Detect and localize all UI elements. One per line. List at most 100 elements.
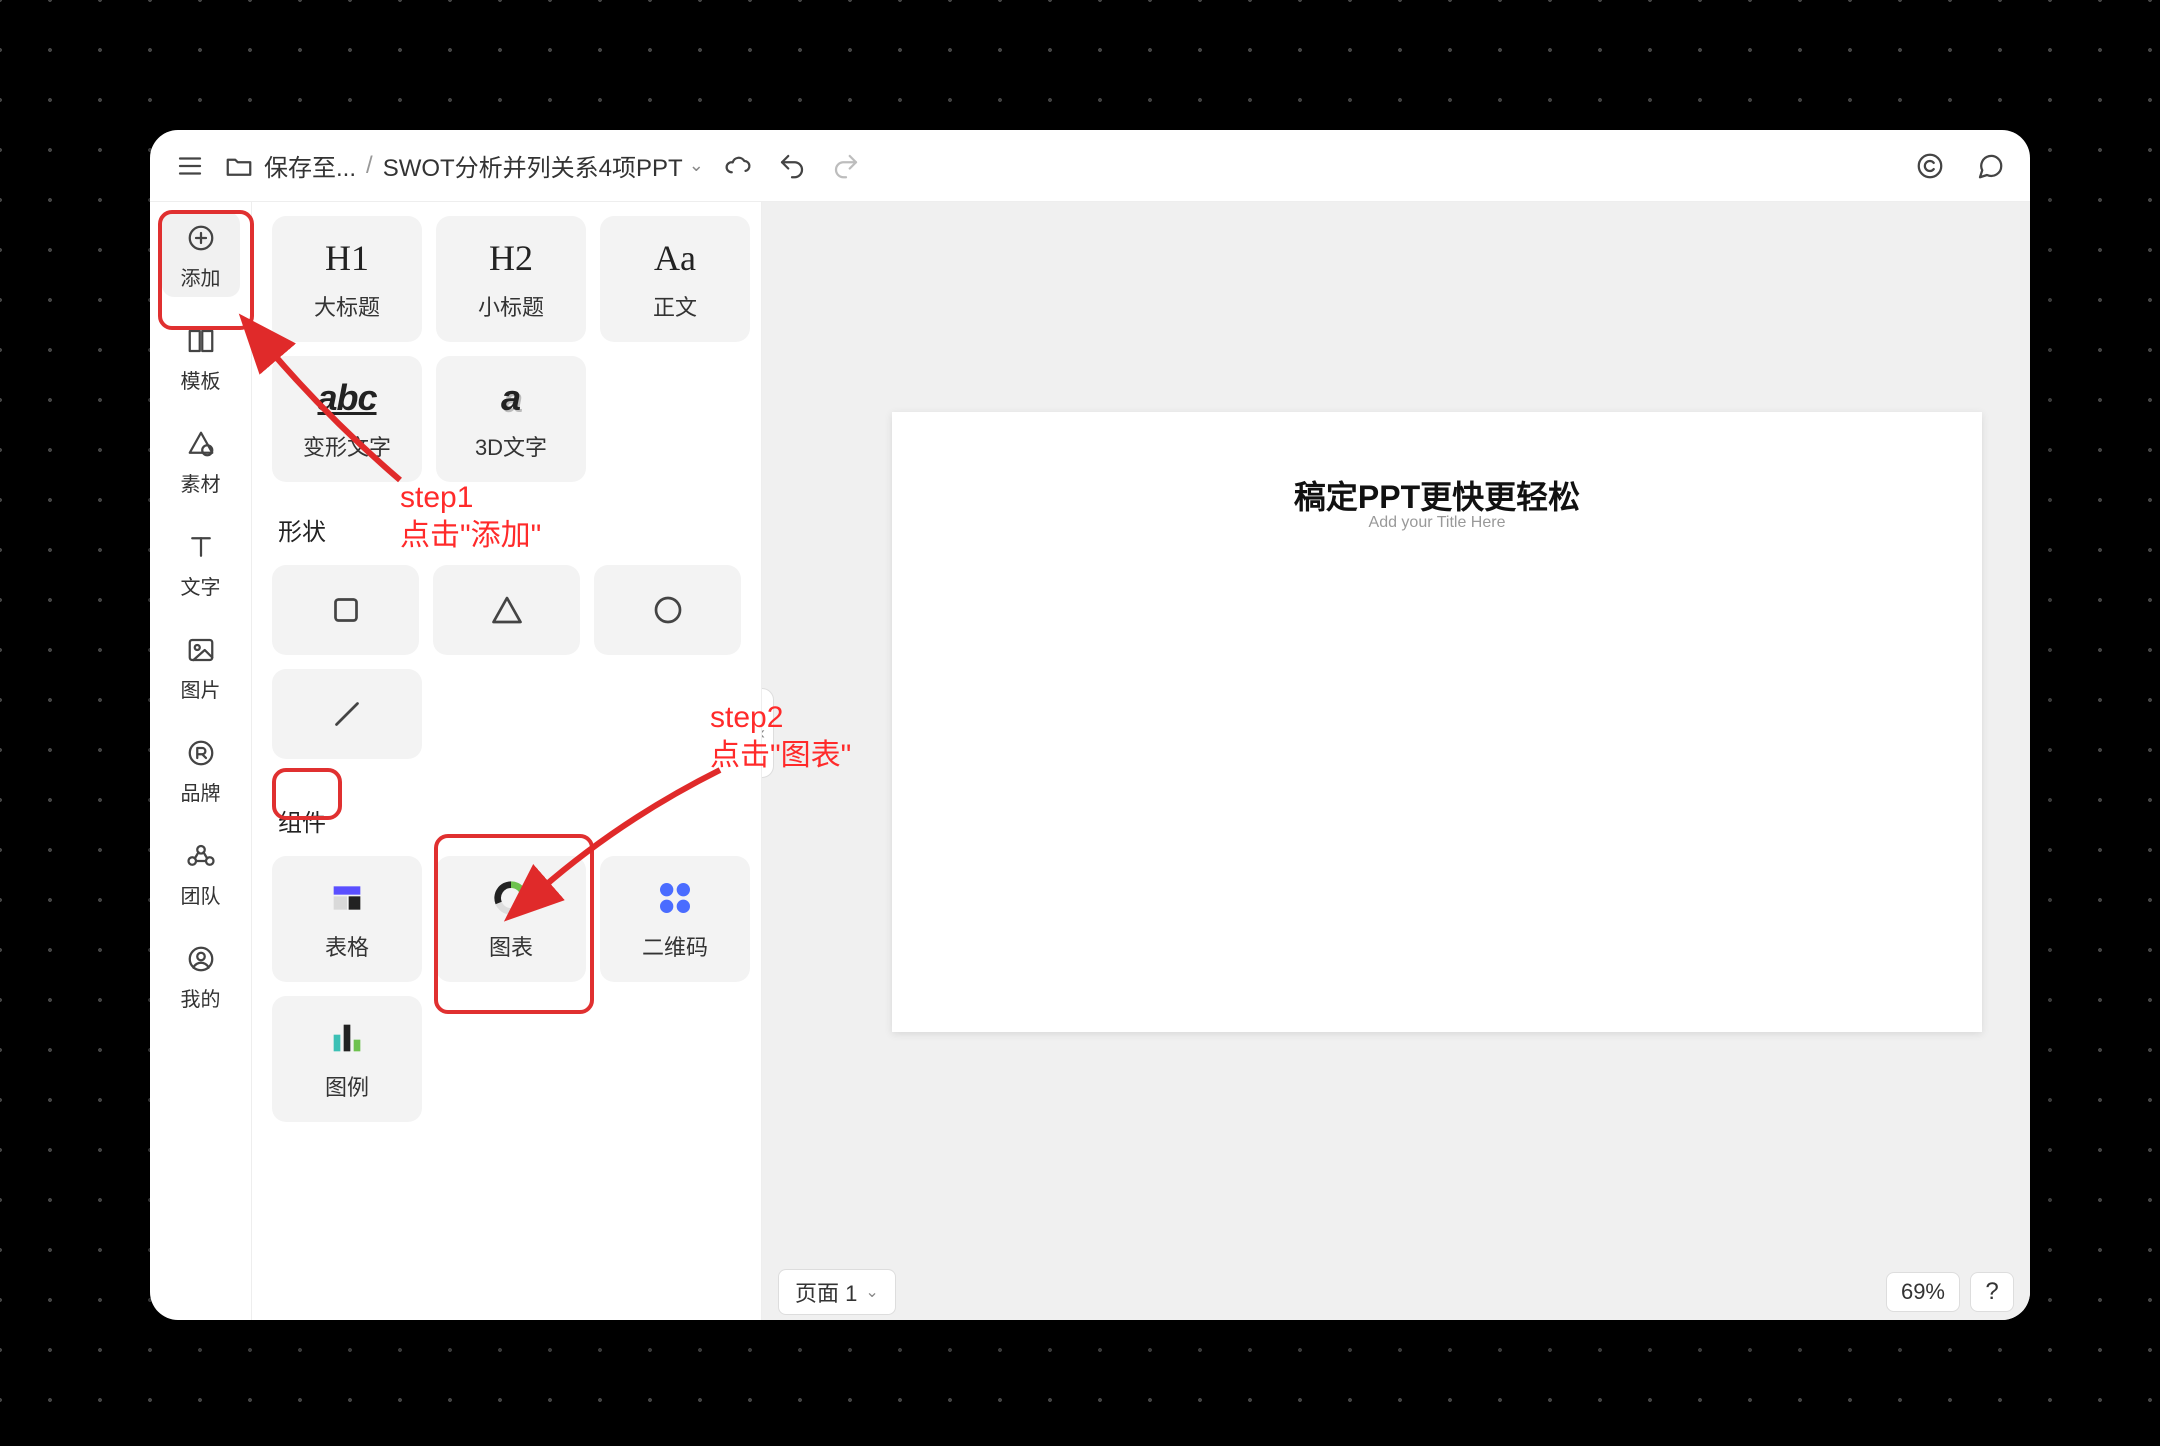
- rail-image[interactable]: 图片: [162, 624, 240, 709]
- rail-template[interactable]: 模板: [162, 315, 240, 400]
- rail-text[interactable]: 文字: [162, 521, 240, 606]
- document-title[interactable]: SWOT分析并列关系4项PPT ⌄: [383, 148, 704, 183]
- shape-circle[interactable]: [594, 565, 741, 655]
- card-legend-label: 图例: [325, 1070, 369, 1102]
- document-title-text: SWOT分析并列关系4项PPT: [383, 148, 683, 183]
- rail-mine-label: 我的: [181, 983, 221, 1012]
- hamburger-icon: [175, 151, 205, 181]
- left-rail: 添加 模板 素材 文字: [150, 202, 252, 1320]
- card-h1[interactable]: H1 大标题: [272, 216, 422, 342]
- breadcrumb[interactable]: 保存至... / SWOT分析并列关系4项PPT ⌄: [224, 148, 704, 183]
- card-table-label: 表格: [325, 930, 369, 962]
- template-icon: [183, 323, 219, 359]
- legend-icon: [327, 1016, 367, 1060]
- card-chart[interactable]: 图表: [436, 856, 586, 982]
- rail-add-label: 添加: [181, 262, 221, 291]
- rail-mine[interactable]: 我的: [162, 933, 240, 1018]
- chevron-down-icon: ⌄: [865, 1282, 878, 1302]
- redo-button[interactable]: [826, 146, 866, 186]
- card-h2[interactable]: H2 小标题: [436, 216, 586, 342]
- comment-button[interactable]: [1970, 146, 2010, 186]
- canvas-area: ‹ 稿定PPT更快更轻松 Add your Title Here 页面 1 ⌄ …: [762, 202, 2030, 1320]
- shape-triangle[interactable]: [433, 565, 580, 655]
- help-label: ?: [1985, 1278, 1998, 1306]
- card-body-label: 正文: [653, 290, 697, 322]
- team-icon: [183, 838, 219, 874]
- slide[interactable]: 稿定PPT更快更轻松 Add your Title Here: [892, 412, 1982, 1032]
- panel-collapse-handle[interactable]: ‹: [762, 688, 774, 778]
- app-window: 保存至... / SWOT分析并列关系4项PPT ⌄: [150, 130, 2030, 1320]
- card-chart-label: 图表: [489, 930, 533, 962]
- components-grid: 表格 图表: [272, 856, 741, 1122]
- h2-icon: H2: [489, 236, 533, 280]
- slide-subtitle: Add your Title Here: [892, 514, 1982, 532]
- shapes-icon: [183, 426, 219, 462]
- section-shapes-title: 形状: [272, 510, 332, 549]
- rail-team[interactable]: 团队: [162, 830, 240, 915]
- rail-text-label: 文字: [181, 571, 221, 600]
- chevron-down-icon: ⌄: [689, 155, 704, 176]
- rail-brand[interactable]: 品牌: [162, 727, 240, 812]
- plus-circle-icon: [183, 220, 219, 256]
- redo-icon: [831, 151, 861, 181]
- user-icon: [183, 941, 219, 977]
- card-warp-label: 变形文字: [303, 430, 391, 462]
- card-table[interactable]: 表格: [272, 856, 422, 982]
- side-panel: H1 大标题 H2 小标题 Aa 正文 abc 变形文字 a 3D文字: [252, 202, 762, 1320]
- undo-icon: [777, 151, 807, 181]
- app-body: 添加 模板 素材 文字: [150, 202, 2030, 1320]
- card-body[interactable]: Aa 正文: [600, 216, 750, 342]
- page-selector[interactable]: 页面 1 ⌄: [778, 1269, 896, 1315]
- rail-material-label: 素材: [181, 468, 221, 497]
- card-warp-text[interactable]: abc 变形文字: [272, 356, 422, 482]
- rail-image-label: 图片: [181, 674, 221, 703]
- shape-square[interactable]: [272, 565, 419, 655]
- triangle-icon: [489, 592, 525, 628]
- menu-button[interactable]: [170, 146, 210, 186]
- card-3d-label: 3D文字: [475, 430, 547, 462]
- copyright-icon: [1915, 151, 1945, 181]
- line-icon: [329, 696, 365, 732]
- chat-icon: [1975, 151, 2005, 181]
- page-label: 页面 1: [795, 1276, 857, 1308]
- h1-icon: H1: [325, 236, 369, 280]
- bottom-bar: 页面 1 ⌄ 69% ?: [762, 1264, 2030, 1320]
- cloud-sync-button[interactable]: [718, 146, 758, 186]
- card-qrcode[interactable]: 二维码: [600, 856, 750, 982]
- rail-add[interactable]: 添加: [162, 212, 240, 297]
- card-3d-text[interactable]: a 3D文字: [436, 356, 586, 482]
- warp-text-icon: abc: [317, 376, 376, 420]
- chart-icon: [491, 876, 531, 920]
- qrcode-icon: [655, 876, 695, 920]
- card-h2-label: 小标题: [478, 290, 544, 322]
- rail-template-label: 模板: [181, 365, 221, 394]
- shape-line[interactable]: [272, 669, 422, 759]
- zoom-label: 69%: [1901, 1279, 1945, 1304]
- shapes-row-2: [272, 669, 741, 759]
- canvas-viewport[interactable]: ‹ 稿定PPT更快更轻松 Add your Title Here: [762, 202, 2030, 1264]
- rail-brand-label: 品牌: [181, 777, 221, 806]
- undo-button[interactable]: [772, 146, 812, 186]
- folder-icon: [224, 151, 254, 181]
- text-icon: [183, 529, 219, 565]
- zoom-level[interactable]: 69%: [1886, 1272, 1960, 1312]
- slide-title: 稿定PPT更快更轻松: [892, 472, 1982, 518]
- card-legend[interactable]: 图例: [272, 996, 422, 1122]
- breadcrumb-separator: /: [366, 152, 373, 180]
- registered-icon: [183, 735, 219, 771]
- save-to-label: 保存至...: [264, 148, 356, 183]
- help-button[interactable]: ?: [1970, 1272, 2014, 1312]
- image-icon: [183, 632, 219, 668]
- square-icon: [328, 592, 364, 628]
- table-icon: [327, 876, 367, 920]
- section-components-title: 组件: [272, 801, 332, 840]
- rail-material[interactable]: 素材: [162, 418, 240, 503]
- card-qrcode-label: 二维码: [642, 930, 708, 962]
- 3d-text-icon: a: [501, 376, 521, 420]
- copyright-button[interactable]: [1910, 146, 1950, 186]
- rail-team-label: 团队: [181, 880, 221, 909]
- text-cards-grid: H1 大标题 H2 小标题 Aa 正文 abc 变形文字 a 3D文字: [272, 216, 741, 482]
- topbar: 保存至... / SWOT分析并列关系4项PPT ⌄: [150, 130, 2030, 202]
- card-h1-label: 大标题: [314, 290, 380, 322]
- aa-icon: Aa: [654, 236, 696, 280]
